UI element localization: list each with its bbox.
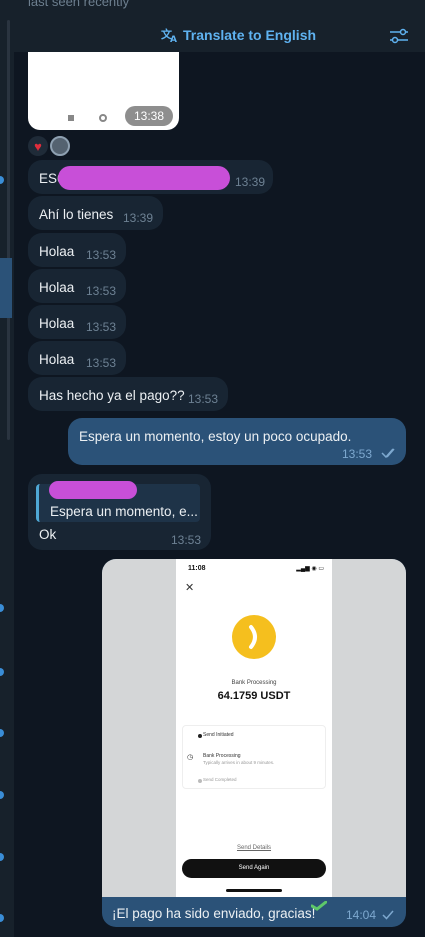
clock-icon: ◷ (187, 754, 194, 761)
step-label: Send Initiated (203, 732, 234, 738)
transfer-amount: 64.1759 USDT (217, 690, 291, 702)
step-dot (198, 779, 202, 783)
message-text: Holaa (39, 280, 75, 295)
message-time: 13:53 (171, 533, 202, 547)
selected-chat-indicator (0, 258, 12, 318)
message-time: 14:04 (345, 908, 376, 922)
unread-dot (0, 729, 4, 737)
photo-caption: ¡El pago ha sido enviado, gracias! (112, 906, 316, 921)
message-text: Has hecho ya el pago?? (39, 388, 185, 403)
message-time: 13:53 (86, 248, 117, 262)
phone-status-icons: ▂▄▆ ◉ ▭ (296, 566, 324, 572)
translate-settings-icon[interactable] (389, 27, 409, 45)
step-dot (198, 734, 202, 738)
message-text: Ok (39, 527, 57, 542)
message-text: Espera un momento, estoy un poco ocupado… (79, 429, 352, 444)
redaction-scribble (58, 166, 230, 190)
message-time: 13:53 (342, 447, 373, 461)
coin-logo-icon (232, 615, 276, 659)
chat-list-scrollbar[interactable] (7, 20, 10, 440)
screenshot-photo[interactable]: 11:08 ▂▄▆ ◉ ▭ ✕ Bank Processing 64.1759 … (102, 559, 406, 897)
message-time: 13:53 (86, 284, 117, 298)
unread-dot (0, 604, 4, 612)
message-text: Holaa (39, 316, 75, 331)
redaction-scribble (49, 481, 137, 499)
unread-dot (0, 791, 4, 799)
double-check-icon (381, 448, 395, 459)
reactor-avatar (50, 136, 70, 156)
home-indicator (226, 889, 282, 892)
phone-screenshot: 11:08 ▂▄▆ ◉ ▭ ✕ Bank Processing 64.1759 … (176, 559, 332, 897)
quoted-text: Espera un momento, e... (50, 504, 198, 519)
unread-dot (0, 853, 4, 861)
green-check-emoji-icon (311, 901, 327, 911)
message-time: 13:38 (125, 106, 173, 126)
unread-dot (0, 914, 4, 922)
quoted-message[interactable]: Espera un momento, e... (36, 481, 200, 522)
unread-dot (0, 668, 4, 676)
incoming-message[interactable]: Ahí lo tienes 13:39 (28, 196, 163, 230)
message-text: Holaa (39, 352, 75, 367)
message-time: 13:39 (123, 211, 154, 225)
message-time: 13:53 (188, 392, 219, 406)
photo-time-area: 14:04 (346, 908, 394, 922)
message-reactions[interactable]: ♥ (28, 136, 70, 156)
outgoing-message[interactable]: Espera un momento, estoy un poco ocupado… (68, 418, 406, 465)
media-indicator (68, 115, 74, 121)
incoming-message[interactable]: Holaa 13:53 (28, 305, 126, 339)
svg-text:A: A (170, 35, 177, 43)
incoming-message[interactable]: Has hecho ya el pago?? 13:53 (28, 377, 228, 411)
message-time: 13:39 (235, 175, 266, 189)
single-check-icon (382, 910, 394, 920)
progress-card: Send Initiated ◷ Bank Processing Typical… (182, 725, 326, 789)
media-indicator (99, 114, 107, 122)
incoming-message[interactable]: Holaa 13:53 (28, 233, 126, 267)
transfer-status: Bank Processing (231, 680, 277, 686)
message-time: 13:53 (86, 356, 117, 370)
send-details-link: Send Details (236, 845, 272, 851)
translate-button[interactable]: 文 A Translate to English (161, 27, 316, 43)
last-seen-status: last seen recently (28, 0, 130, 9)
message-text: Ahí lo tienes (39, 207, 114, 222)
incoming-message[interactable]: Holaa 13:53 (28, 269, 126, 303)
message-text: Holaa (39, 244, 75, 259)
unread-dot (0, 176, 4, 184)
chat-list-strip (0, 0, 14, 937)
step-label: Send Completed (203, 777, 237, 782)
heart-reaction-icon[interactable]: ♥ (28, 136, 48, 156)
send-again-button: Send Again (182, 859, 326, 878)
photo-message[interactable]: 11:08 ▂▄▆ ◉ ▭ ✕ Bank Processing 64.1759 … (102, 559, 406, 927)
chat-header: last seen recently 文 A Translate to Engl… (14, 0, 425, 52)
image-message[interactable]: 13:38 (28, 52, 179, 130)
step-sublabel: Typically arrives in about 9 minutes. (203, 760, 275, 765)
incoming-message[interactable]: ES6 13:39 (28, 160, 273, 194)
translate-icon: 文 A (161, 27, 177, 43)
phone-clock: 11:08 (188, 565, 206, 572)
incoming-message[interactable]: Holaa 13:53 (28, 341, 126, 375)
close-icon: ✕ (185, 582, 195, 594)
step-label: Bank Processing (203, 753, 241, 759)
translate-label: Translate to English (183, 27, 317, 43)
message-time: 13:53 (86, 320, 117, 334)
